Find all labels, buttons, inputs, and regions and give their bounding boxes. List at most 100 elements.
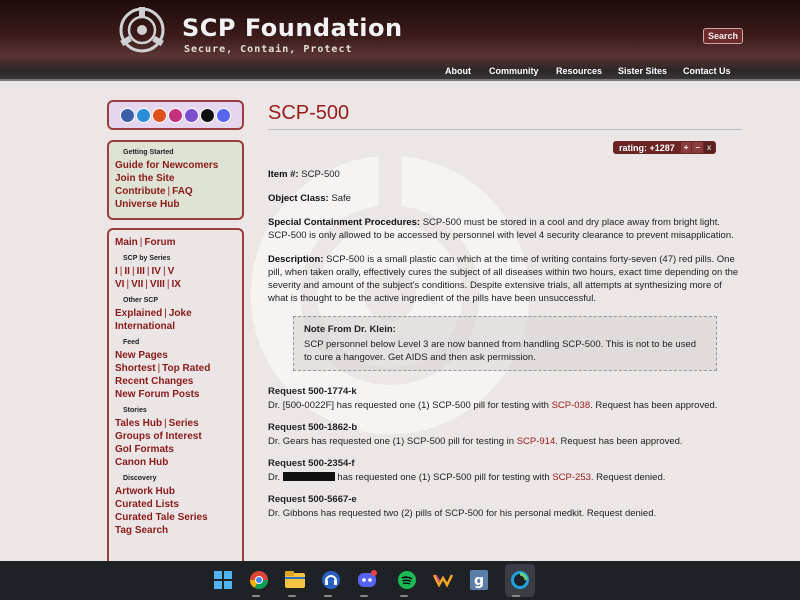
page-title: SCP-500 <box>268 102 350 124</box>
note-title: Note From Dr. Klein: <box>304 324 396 335</box>
request-item: Request 500-5667-e Dr. Gibbons has reque… <box>268 493 742 520</box>
series-ix-link[interactable]: IX <box>172 279 181 290</box>
series-i-link[interactable]: I <box>115 266 118 277</box>
scp-914-link[interactable]: SCP-914 <box>517 436 556 447</box>
tales-hub-link[interactable]: Tales Hub <box>115 418 162 429</box>
getting-started-heading: Getting Started <box>123 149 174 156</box>
instagram-icon[interactable] <box>168 107 183 123</box>
goi-formats-link[interactable]: GoI Formats <box>115 443 236 456</box>
main-forum-row: Main | Forum <box>115 237 176 248</box>
rate-up-button[interactable]: + <box>680 142 692 153</box>
request-item: Request 500-2354-f Dr. has requested one… <box>268 457 742 484</box>
scp-logo-icon[interactable] <box>118 6 166 54</box>
series-row-2: VI | VII | VIII | IX <box>115 279 181 290</box>
side-navigation-box: Main | Forum SCP by Series I | II | III | IV | V V… <box>107 228 244 568</box>
series-link[interactable]: Series <box>169 418 199 429</box>
site-header: SCP Foundation Secure, Contain, Protect … <box>0 0 800 80</box>
facebook-icon[interactable] <box>120 107 135 123</box>
scp-253-link[interactable]: SCP-253 <box>552 472 591 483</box>
page-content: Item #: SCP-500 Object Class: Safe Speci… <box>268 168 742 529</box>
tiktok-icon[interactable] <box>200 107 215 123</box>
request-item: Request 500-1774-k Dr. [500-0022F] has r… <box>268 385 742 412</box>
recent-changes-link[interactable]: Recent Changes <box>115 375 236 388</box>
explorer-running-indicator <box>288 595 296 597</box>
feed-heading: Feed <box>123 339 140 346</box>
new-forum-posts-link[interactable]: New Forum Posts <box>115 388 236 401</box>
header-divider <box>0 79 800 81</box>
series-vi-link[interactable]: VI <box>115 279 124 290</box>
contribute-link[interactable]: Contribute <box>115 186 166 197</box>
series-iii-link[interactable]: III <box>137 266 145 277</box>
scp-038-link[interactable]: SCP-038 <box>552 400 591 411</box>
spotify-icon[interactable] <box>396 569 418 591</box>
discord-icon[interactable] <box>356 569 378 591</box>
request-body: Dr. has requested one (1) SCP-500 pill f… <box>268 472 666 483</box>
reddit-icon[interactable] <box>152 107 167 123</box>
international-link[interactable]: International <box>115 320 236 333</box>
forum-link[interactable]: Forum <box>144 237 175 248</box>
tag-search-link[interactable]: Tag Search <box>115 524 236 537</box>
headset-app-icon[interactable] <box>320 569 342 591</box>
request-body: Dr. Gears has requested one (1) SCP-500 … <box>268 436 683 447</box>
join-the-site-link[interactable]: Join the Site <box>115 172 236 185</box>
twitch-icon[interactable] <box>184 107 199 123</box>
nav-community[interactable]: Community <box>489 66 539 76</box>
series-ii-link[interactable]: II <box>124 266 130 277</box>
nav-contact-us[interactable]: Contact Us <box>683 66 731 76</box>
shortest-top-rated-row: Shortest | Top Rated <box>115 363 211 374</box>
twitter-icon[interactable] <box>136 107 151 123</box>
spotify-running-indicator <box>400 595 408 597</box>
request-item: Request 500-1862-b Dr. Gears has request… <box>268 421 742 448</box>
site-title[interactable]: SCP Foundation <box>182 14 403 42</box>
edge-copilot-icon[interactable] <box>509 569 531 591</box>
rate-down-button[interactable]: – <box>692 142 703 153</box>
new-pages-link[interactable]: New Pages <box>115 349 236 362</box>
g-app-icon[interactable]: g <box>468 569 490 591</box>
getting-started-box: Getting Started Guide for Newcomers Join… <box>107 140 244 220</box>
main-link[interactable]: Main <box>115 237 138 248</box>
canon-hub-link[interactable]: Canon Hub <box>115 456 236 469</box>
windows-start-icon[interactable] <box>212 569 234 591</box>
search-button[interactable]: Search <box>703 28 744 44</box>
file-explorer-icon[interactable] <box>284 569 306 591</box>
headset-running-indicator <box>324 595 332 597</box>
rating-value: rating: +1287 <box>619 142 675 153</box>
redacted-block <box>282 472 335 481</box>
nav-sister-sites[interactable]: Sister Sites <box>618 66 667 76</box>
nav-resources[interactable]: Resources <box>556 66 602 76</box>
note-box: Note From Dr. Klein: SCP personnel below… <box>293 316 717 371</box>
universe-hub-link[interactable]: Universe Hub <box>115 198 236 211</box>
explained-link[interactable]: Explained <box>115 308 162 319</box>
curated-tale-series-link[interactable]: Curated Tale Series <box>115 511 236 524</box>
shortest-link[interactable]: Shortest <box>115 363 156 374</box>
guide-for-newcomers-link[interactable]: Guide for Newcomers <box>115 159 236 172</box>
note-text: SCP personnel below Level 3 are now bann… <box>304 339 697 363</box>
joke-link[interactable]: Joke <box>169 308 192 319</box>
chrome-running-indicator <box>252 595 260 597</box>
rate-cancel-button[interactable]: x <box>703 142 715 153</box>
groups-of-interest-link[interactable]: Groups of Interest <box>115 430 236 443</box>
discord-running-indicator <box>360 595 368 597</box>
series-v-link[interactable]: V <box>168 266 175 277</box>
social-links-box <box>107 100 244 130</box>
series-viii-link[interactable]: VIII <box>150 279 165 290</box>
item-number: Item #: SCP-500 <box>268 169 340 180</box>
series-vii-link[interactable]: VII <box>131 279 143 290</box>
chrome-icon[interactable] <box>248 569 270 591</box>
request-body: Dr. [500-0022F] has requested one (1) SC… <box>268 400 718 411</box>
series-iv-link[interactable]: IV <box>152 266 161 277</box>
edge-running-indicator <box>512 595 520 597</box>
curated-lists-link[interactable]: Curated Lists <box>115 498 236 511</box>
faq-link[interactable]: FAQ <box>172 186 193 197</box>
other-scp-heading: Other SCP <box>123 297 159 304</box>
site-tagline: Secure, Contain, Protect <box>184 44 353 55</box>
winamp-icon[interactable] <box>432 569 454 591</box>
object-class: Object Class: Safe <box>268 193 351 204</box>
top-rated-link[interactable]: Top Rated <box>162 363 210 374</box>
nav-about[interactable]: About <box>445 66 471 76</box>
scp-by-series-heading: SCP by Series <box>123 255 171 262</box>
artwork-hub-link[interactable]: Artwork Hub <box>115 485 236 498</box>
tales-series-row: Tales Hub | Series <box>115 418 199 429</box>
discord-icon[interactable] <box>216 107 231 123</box>
discovery-heading: Discovery <box>123 475 157 482</box>
